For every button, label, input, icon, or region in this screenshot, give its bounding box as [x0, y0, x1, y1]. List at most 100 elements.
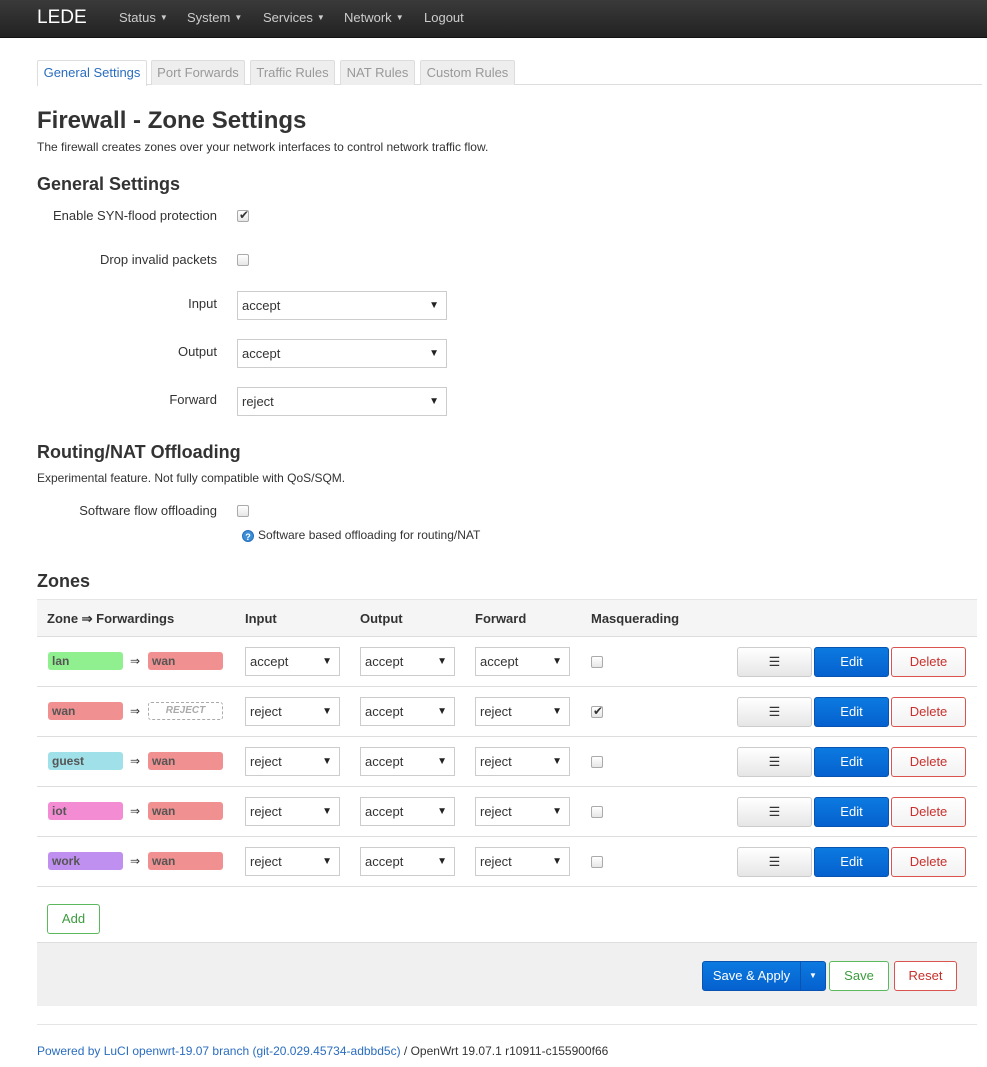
select-value: reject: [480, 754, 512, 769]
delete-zone-button[interactable]: Delete: [891, 847, 966, 877]
masquerading-checkbox[interactable]: [591, 756, 603, 768]
tab-port-forwards[interactable]: Port Forwards: [151, 60, 245, 85]
tab-custom-rules[interactable]: Custom Rules: [420, 60, 515, 85]
zone-forward-select[interactable]: reject ▼: [475, 797, 570, 826]
zone-forward-select[interactable]: accept ▼: [475, 647, 570, 676]
luci-version-link[interactable]: Powered by LuCI openwrt-19.07 branch (gi…: [37, 1044, 401, 1058]
select-value: reject: [480, 804, 512, 819]
save-apply-dropdown-toggle[interactable]: ▼: [800, 961, 826, 991]
delete-zone-button[interactable]: Delete: [891, 747, 966, 777]
forward-arrow-icon: ⇒: [130, 754, 141, 768]
edit-zone-button[interactable]: Edit: [814, 697, 889, 727]
input-policy-label: Input: [188, 296, 217, 311]
sort-handle-button[interactable]: ☰: [737, 647, 812, 677]
nav-menu-network[interactable]: Network ▼: [344, 10, 404, 28]
reset-button[interactable]: Reset: [894, 961, 957, 991]
drop-invalid-checkbox[interactable]: [237, 254, 249, 266]
edit-zone-button[interactable]: Edit: [814, 647, 889, 677]
masquerading-checkbox[interactable]: ✔: [591, 704, 603, 718]
dropdown-arrow-icon: ▼: [552, 706, 562, 717]
masquerading-checkbox[interactable]: [591, 656, 603, 668]
check-icon: ✔: [239, 208, 250, 222]
zone-input-select[interactable]: reject ▼: [245, 847, 340, 876]
nav-logout-link[interactable]: Logout: [424, 10, 464, 26]
col-header-output: Output: [360, 611, 403, 626]
select-value: reject: [480, 704, 512, 719]
sort-handle-button[interactable]: ☰: [737, 747, 812, 777]
zone-output-select[interactable]: accept ▼: [360, 647, 455, 676]
select-value: reject: [250, 854, 282, 869]
zone-output-select[interactable]: accept ▼: [360, 747, 455, 776]
nav-menu-services[interactable]: Services ▼: [263, 10, 325, 28]
save-button[interactable]: Save: [829, 961, 889, 991]
dropdown-arrow-icon: ▼: [552, 656, 562, 667]
zone-forward-select[interactable]: reject ▼: [475, 747, 570, 776]
top-navbar: LEDE Status ▼ System ▼ Services ▼ Network ▼ …: [0, 0, 987, 38]
nav-menu-label: Services: [263, 10, 313, 25]
forward-policy-select[interactable]: reject ▼: [237, 387, 447, 416]
zone-output-select[interactable]: accept ▼: [360, 797, 455, 826]
offloading-description: Experimental feature. Not fully compatib…: [37, 471, 346, 485]
zone-output-select[interactable]: accept ▼: [360, 697, 455, 726]
delete-zone-button[interactable]: Delete: [891, 797, 966, 827]
delete-zone-button[interactable]: Delete: [891, 697, 966, 727]
masquerading-checkbox[interactable]: [591, 856, 603, 868]
add-zone-button[interactable]: Add: [47, 904, 100, 934]
zone-forward-select[interactable]: reject ▼: [475, 697, 570, 726]
masquerading-checkbox[interactable]: [591, 806, 603, 818]
zone-input-select[interactable]: reject ▼: [245, 747, 340, 776]
help-icon: ?: [242, 530, 254, 542]
select-value: accept: [242, 298, 281, 313]
footer-separator: /: [400, 1044, 411, 1058]
tab-nat-rules[interactable]: NAT Rules: [340, 60, 415, 85]
edit-zone-button[interactable]: Edit: [814, 747, 889, 777]
nav-menu-status[interactable]: Status ▼: [119, 10, 168, 28]
page-title: Firewall - Zone Settings: [37, 107, 307, 134]
brand-logo[interactable]: LEDE: [37, 6, 87, 30]
zone-row: iot ⇒ wan reject ▼ accept ▼ reject ▼ ☰ Edit Delete: [37, 787, 977, 837]
select-value: accept: [365, 654, 404, 669]
sort-handle-button[interactable]: ☰: [737, 797, 812, 827]
drop-invalid-label: Drop invalid packets: [99, 252, 217, 267]
zone-input-select[interactable]: accept ▼: [245, 647, 340, 676]
zone-input-select[interactable]: reject ▼: [245, 797, 340, 826]
openwrt-version: OpenWrt 19.07.1 r10911-c155900f66: [410, 1044, 609, 1058]
sw-offloading-checkbox[interactable]: [237, 505, 249, 517]
col-header-masquerading: Masquerading: [591, 611, 680, 626]
dropdown-arrow-icon: ▼: [322, 806, 332, 817]
forward-target-badge: wan: [148, 802, 223, 820]
input-policy-select[interactable]: accept ▼: [237, 291, 447, 320]
select-value: reject: [250, 704, 282, 719]
col-header-zone-forwardings: Zone ⇒ Forwardings: [47, 611, 175, 626]
zone-input-select[interactable]: reject ▼: [245, 697, 340, 726]
dropdown-arrow-icon: ▼: [437, 856, 447, 867]
syn-flood-checkbox[interactable]: ✔: [237, 208, 250, 222]
delete-zone-button[interactable]: Delete: [891, 647, 966, 677]
tab-traffic-rules[interactable]: Traffic Rules: [250, 60, 335, 85]
zone-output-select[interactable]: accept ▼: [360, 847, 455, 876]
output-policy-select[interactable]: accept ▼: [237, 339, 447, 368]
tab-general-settings[interactable]: General Settings: [37, 60, 147, 86]
nav-menu-system[interactable]: System ▼: [187, 10, 242, 28]
zone-name-badge: lan: [48, 652, 123, 670]
section-title-offloading: Routing/NAT Offloading: [37, 442, 241, 462]
edit-zone-button[interactable]: Edit: [814, 847, 889, 877]
dropdown-arrow-icon: ▼: [437, 756, 447, 767]
sort-handle-button[interactable]: ☰: [737, 697, 812, 727]
sort-handle-button[interactable]: ☰: [737, 847, 812, 877]
save-apply-button[interactable]: Save & Apply: [702, 961, 801, 991]
sw-offloading-label: Software flow offloading: [79, 503, 217, 518]
zone-forward-select[interactable]: reject ▼: [475, 847, 570, 876]
forward-policy-label: Forward: [169, 392, 217, 407]
form-actions-bar: Save & Apply ▼ Save Reset: [37, 942, 977, 1006]
zone-row: lan ⇒ wan accept ▼ accept ▼ accept ▼ ☰ Edit Delete: [37, 637, 977, 687]
select-value: accept: [250, 654, 289, 669]
output-policy-label: Output: [177, 344, 217, 359]
zone-row: work ⇒ wan reject ▼ accept ▼ reject ▼ ☰ Edit Delete: [37, 837, 977, 887]
edit-zone-button[interactable]: Edit: [814, 797, 889, 827]
forward-arrow-icon: ⇒: [130, 654, 141, 668]
dropdown-arrow-icon: ▼: [429, 348, 439, 359]
dropdown-arrow-icon: ▼: [429, 300, 439, 311]
chevron-down-icon: ▼: [159, 13, 168, 22]
zone-name-badge: wan: [48, 702, 123, 720]
